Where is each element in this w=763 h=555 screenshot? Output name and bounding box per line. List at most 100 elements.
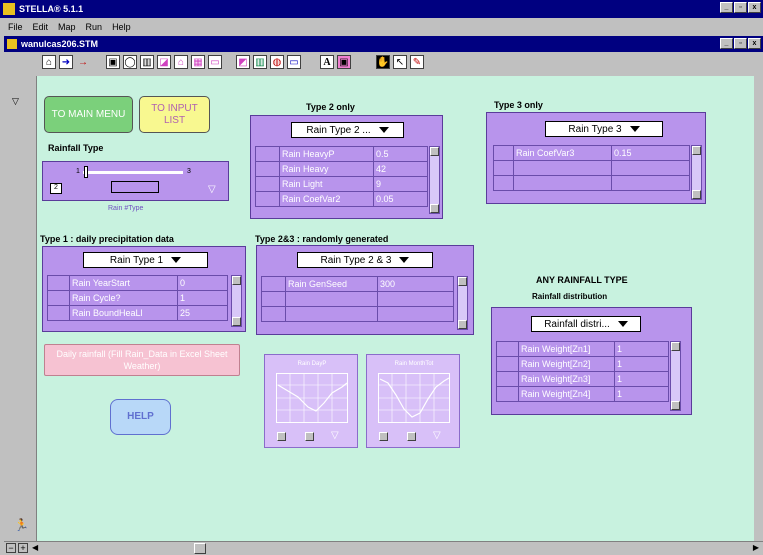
table-pad-icon[interactable]: ▥	[253, 55, 267, 69]
input-device-icon[interactable]: ◍	[270, 55, 284, 69]
graph-collapse-icon[interactable]: ▽	[331, 430, 339, 441]
scroll-down-icon[interactable]	[671, 401, 680, 410]
scroll-down-icon[interactable]	[692, 190, 701, 199]
slider-value-box[interactable]: 2	[50, 183, 62, 194]
picture-tool-icon[interactable]: ▣	[337, 55, 351, 69]
type2-dropdown[interactable]: Rain Type 2 ...	[291, 122, 404, 138]
type2-table: Rain HeavyP 0.5 Rain Heavy 42 Rain Light 9 …	[255, 146, 428, 207]
type1-dropdown[interactable]: Rain Type 1	[83, 252, 208, 268]
slider-thumb[interactable]	[84, 166, 88, 178]
rain-dayp-title: Rain DayP	[297, 361, 327, 367]
slider-tool-icon[interactable]: ▭	[287, 55, 301, 69]
left-gutter: ▽ 🏃	[4, 76, 37, 544]
horizontal-scrollbar[interactable]: − + ◀ ▶	[4, 541, 763, 555]
arrow-right-icon[interactable]: →	[76, 55, 90, 69]
scroll-up-icon[interactable]	[430, 147, 439, 156]
zoom-out-icon[interactable]: −	[6, 543, 16, 553]
runner-icon[interactable]: 🏃	[14, 518, 29, 532]
type3-title: Type 3 only	[494, 100, 543, 110]
graph-page-icon[interactable]	[277, 432, 286, 441]
scroll-up-icon[interactable]	[692, 146, 701, 155]
menu-run[interactable]: Run	[86, 22, 103, 32]
to-input-list-button[interactable]: TO INPUT LIST	[139, 96, 210, 133]
rainfall-distribution-subtitle: Rainfall distribution	[532, 292, 608, 301]
collapse-arrow-icon[interactable]: ▽	[208, 184, 216, 195]
pointer-tool-icon[interactable]: ↖	[393, 55, 407, 69]
table-row	[261, 291, 454, 307]
menu-map[interactable]: Map	[58, 22, 76, 32]
type23-table-panel: Rain Type 2 & 3 Rain GenSeed 300	[256, 245, 474, 335]
chevron-down-icon	[399, 257, 410, 263]
text-tool[interactable]: A	[320, 55, 334, 69]
scroll-right-icon[interactable]: ▶	[753, 543, 759, 552]
scroll-up-icon[interactable]	[671, 342, 680, 351]
scroll-down-icon[interactable]	[232, 317, 241, 326]
hand-right-icon[interactable]: ➜	[59, 55, 73, 69]
rainfall-type-var-name: Rain #Type	[108, 205, 144, 212]
converter-tool-icon[interactable]: ▥	[140, 55, 154, 69]
scroll-thumb[interactable]	[194, 543, 206, 554]
expand-arrow-icon[interactable]: ▽	[12, 96, 19, 107]
any-rainfall-scrollbar[interactable]	[670, 341, 681, 411]
graph-tool-icon[interactable]: ◩	[236, 55, 250, 69]
rain-monthtot-graph[interactable]: Rain MonthTot ▽	[366, 354, 460, 448]
chevron-down-icon	[378, 127, 389, 133]
menu-file[interactable]: File	[8, 22, 23, 32]
graph-lock-icon[interactable]	[305, 432, 314, 441]
table-row: Rain CoefVar3 0.15	[493, 145, 690, 161]
vertical-scrollbar[interactable]	[754, 76, 763, 541]
scroll-up-icon[interactable]	[458, 277, 467, 286]
doc-title: wanulcas206.STM	[21, 39, 99, 49]
to-main-menu-button[interactable]: TO MAIN MENU	[44, 96, 133, 133]
rain-monthtot-plot	[378, 373, 450, 423]
table-row: Rain Weight[Zn3] 1	[496, 371, 669, 387]
menu-help[interactable]: Help	[112, 22, 131, 32]
hand-tool-icon[interactable]: ✋	[376, 55, 390, 69]
scroll-left-icon[interactable]: ◀	[32, 543, 38, 552]
io-tool-icon[interactable]: ▭	[208, 55, 222, 69]
slider-range-box	[111, 181, 159, 193]
rainfall-distribution-dropdown-label: Rainfall distri...	[544, 318, 610, 330]
type1-title: Type 1 : daily precipitation data	[40, 234, 174, 244]
doc-minimize-icon[interactable]: _	[720, 38, 733, 49]
scroll-down-icon[interactable]	[430, 204, 439, 213]
help-button[interactable]: HELP	[110, 399, 171, 435]
type23-dropdown[interactable]: Rain Type 2 & 3	[297, 252, 433, 268]
rainfall-weight-table: Rain Weight[Zn1] 1 Rain Weight[Zn2] 1 Rain…	[496, 341, 669, 402]
table-row: Rain Weight[Zn1] 1	[496, 341, 669, 357]
graph-collapse-icon[interactable]: ▽	[433, 430, 441, 441]
menu-edit[interactable]: Edit	[33, 22, 49, 32]
table-tool-icon[interactable]: ▦	[191, 55, 205, 69]
type23-scrollbar[interactable]	[457, 276, 468, 330]
stock-tool-icon[interactable]: ▣	[106, 55, 120, 69]
scroll-down-icon[interactable]	[458, 320, 467, 329]
app-titlebar: STELLA® 5.1.1 _ ▫ x	[0, 0, 763, 18]
table-row: Rain Weight[Zn2] 1	[496, 356, 669, 372]
type2-title: Type 2 only	[306, 102, 355, 112]
doc-restore-icon[interactable]: ▫	[734, 38, 747, 49]
graph-page-icon[interactable]	[379, 432, 388, 441]
slider-min-label: 1	[76, 168, 80, 175]
daily-rainfall-button[interactable]: Daily rainfall (Fill Rain_Data in Excel …	[44, 344, 240, 376]
scroll-up-icon[interactable]	[232, 276, 241, 285]
doc-close-icon[interactable]: x	[748, 38, 761, 49]
graph-lock-icon[interactable]	[407, 432, 416, 441]
slider-track[interactable]	[83, 171, 183, 174]
decision-tool-icon[interactable]: ⌂	[174, 55, 188, 69]
map-layer-icon[interactable]: ⌂	[42, 55, 56, 69]
close-icon[interactable]: x	[748, 2, 761, 13]
dynamite-tool-icon[interactable]: ✎	[410, 55, 424, 69]
rain-dayp-graph[interactable]: Rain DayP ▽	[264, 354, 358, 448]
flow-tool-icon[interactable]: ◯	[123, 55, 137, 69]
type3-dropdown[interactable]: Rain Type 3	[545, 121, 663, 137]
restore-icon[interactable]: ▫	[734, 2, 747, 13]
type2-scrollbar[interactable]	[429, 146, 440, 214]
any-rainfall-table-panel: Rainfall distri... Rain Weight[Zn1] 1 Rai…	[491, 307, 692, 415]
type3-scrollbar[interactable]	[691, 145, 702, 200]
rain-monthtot-title: Rain MonthTot	[394, 361, 434, 367]
rainfall-distribution-dropdown[interactable]: Rainfall distri...	[531, 316, 641, 332]
zoom-in-icon[interactable]: +	[18, 543, 28, 553]
connector-tool-icon[interactable]: ◪	[157, 55, 171, 69]
minimize-icon[interactable]: _	[720, 2, 733, 13]
type1-scrollbar[interactable]	[231, 275, 242, 327]
